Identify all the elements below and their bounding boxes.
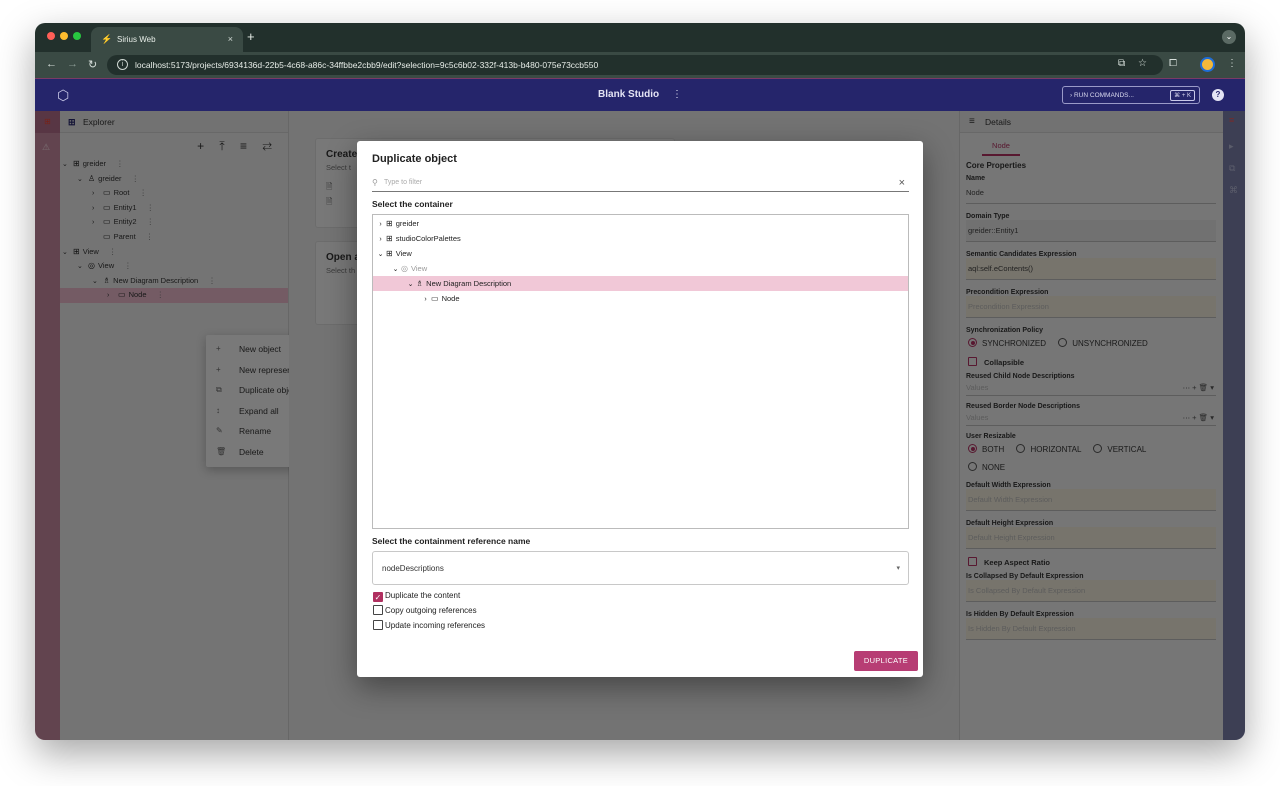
dialog-title: Duplicate object <box>372 153 457 165</box>
translate-icon[interactable]: ⧉ <box>1118 58 1125 69</box>
tree-item-label: New Diagram Description <box>426 279 512 288</box>
new-tab-button[interactable]: + <box>247 29 255 44</box>
filter-input[interactable]: ⚲ Type to filter × <box>372 176 909 192</box>
reference-value: nodeDescriptions <box>382 564 444 573</box>
project-more-icon[interactable]: ⋮ <box>672 89 682 100</box>
forward-icon[interactable]: → <box>67 58 78 70</box>
help-icon[interactable]: ? <box>1212 89 1224 101</box>
tree-item-label: Node <box>441 294 460 303</box>
tree-node-icon: ♗ <box>416 279 424 288</box>
sirius-favicon-icon: ⚡ <box>101 34 113 44</box>
tab-search-icon[interactable]: ⌄ <box>1222 30 1236 44</box>
container-tree: › ⊞ greider › ⊞ studioColorPalettes ⌄ ⊞ View ⌄ ◎ Vi… <box>372 214 909 529</box>
browser-tab-bar: ⚡ Sirius Web × + ⌄ <box>35 23 1245 52</box>
tree-chevron-icon[interactable]: ⌄ <box>405 277 416 292</box>
duplicate-button[interactable]: DUPLICATE <box>854 651 918 671</box>
container-tree-item[interactable]: ⌄ ⊞ View <box>373 246 908 261</box>
copy-outgoing-checkbox[interactable] <box>373 605 383 615</box>
tree-chevron-icon[interactable]: ⌄ <box>375 247 386 262</box>
chevron-down-icon: ▾ <box>896 565 900 572</box>
container-tree-item[interactable]: ⌄ ♗ New Diagram Description <box>373 276 908 291</box>
browser-toolbar: ← → ↻ i localhost:5173/projects/6934136d… <box>35 52 1245 78</box>
tree-node-icon: ▭ <box>431 294 439 303</box>
reference-select[interactable]: nodeDescriptions ▾ <box>372 551 909 585</box>
tree-chevron-icon[interactable]: › <box>375 217 386 232</box>
site-info-icon[interactable]: i <box>117 59 128 70</box>
reference-label: Select the containment reference name <box>372 536 531 546</box>
duplicate-content-label: Duplicate the content <box>385 591 461 600</box>
container-tree-item[interactable]: › ▭ Node <box>373 291 908 306</box>
url-text: localhost:5173/projects/6934136d-22b5-4c… <box>135 60 599 70</box>
option-update-incoming[interactable]: Update incoming references <box>373 620 485 632</box>
tree-item-label: studioColorPalettes <box>395 234 461 243</box>
run-commands-button[interactable]: › RUN COMMANDS... ⌘ + K <box>1062 86 1200 104</box>
container-tree-item[interactable]: › ⊞ greider <box>373 216 908 231</box>
tree-node-icon: ⊞ <box>386 234 393 243</box>
browser-tab[interactable]: ⚡ Sirius Web × <box>91 27 243 52</box>
copy-outgoing-label: Copy outgoing references <box>385 606 477 615</box>
tab-title: Sirius Web <box>117 35 156 44</box>
browser-window: ⚡ Sirius Web × + ⌄ ← → ↻ i localhost:517… <box>35 23 1245 740</box>
extensions-icon[interactable]: ⧠ <box>1169 58 1177 69</box>
bookmark-star-icon[interactable]: ☆ <box>1138 58 1147 69</box>
tree-node-icon: ⊞ <box>386 249 393 258</box>
tree-chevron-icon[interactable]: ⌄ <box>390 262 401 277</box>
browser-menu-icon[interactable]: ⋮ <box>1227 58 1237 69</box>
reload-icon[interactable]: ↻ <box>88 58 97 71</box>
update-incoming-checkbox[interactable] <box>373 620 383 630</box>
duplicate-content-checkbox[interactable]: ✓ <box>373 592 383 602</box>
tree-chevron-icon[interactable]: › <box>420 292 431 307</box>
container-tree-item[interactable]: ⌄ ◎ View <box>373 261 908 276</box>
tree-node-icon: ◎ <box>401 264 408 273</box>
clear-filter-icon[interactable]: × <box>899 177 905 189</box>
maximize-window-button[interactable] <box>73 32 81 40</box>
minimize-window-button[interactable] <box>60 32 68 40</box>
close-tab-icon[interactable]: × <box>228 34 233 44</box>
update-incoming-label: Update incoming references <box>385 621 486 630</box>
run-commands-label: RUN COMMANDS... <box>1073 92 1134 99</box>
option-duplicate-content[interactable]: ✓ Duplicate the content <box>373 590 460 602</box>
filter-placeholder: Type to filter <box>384 179 423 186</box>
close-window-button[interactable] <box>47 32 55 40</box>
tree-item-label: View <box>410 264 428 273</box>
container-label: Select the container <box>372 199 453 209</box>
tree-chevron-icon[interactable]: › <box>375 232 386 247</box>
tree-item-label: greider <box>395 219 420 228</box>
address-bar[interactable]: i localhost:5173/projects/6934136d-22b5-… <box>107 55 1163 75</box>
run-commands-shortcut: ⌘ + K <box>1170 90 1195 101</box>
back-icon[interactable]: ← <box>46 58 57 70</box>
app-header: ⬡ Blank Studio ⋮ › RUN COMMANDS... ⌘ + K… <box>35 78 1245 111</box>
profile-avatar[interactable] <box>1200 57 1215 72</box>
container-tree-item[interactable]: › ⊞ studioColorPalettes <box>373 231 908 246</box>
tree-item-label: View <box>395 249 412 258</box>
duplicate-object-dialog: Duplicate object ⚲ Type to filter × Sele… <box>357 141 923 677</box>
search-icon: ⚲ <box>372 178 378 187</box>
option-copy-outgoing[interactable]: Copy outgoing references <box>373 605 477 617</box>
tree-node-icon: ⊞ <box>386 219 393 228</box>
project-name: Blank Studio <box>598 89 660 100</box>
